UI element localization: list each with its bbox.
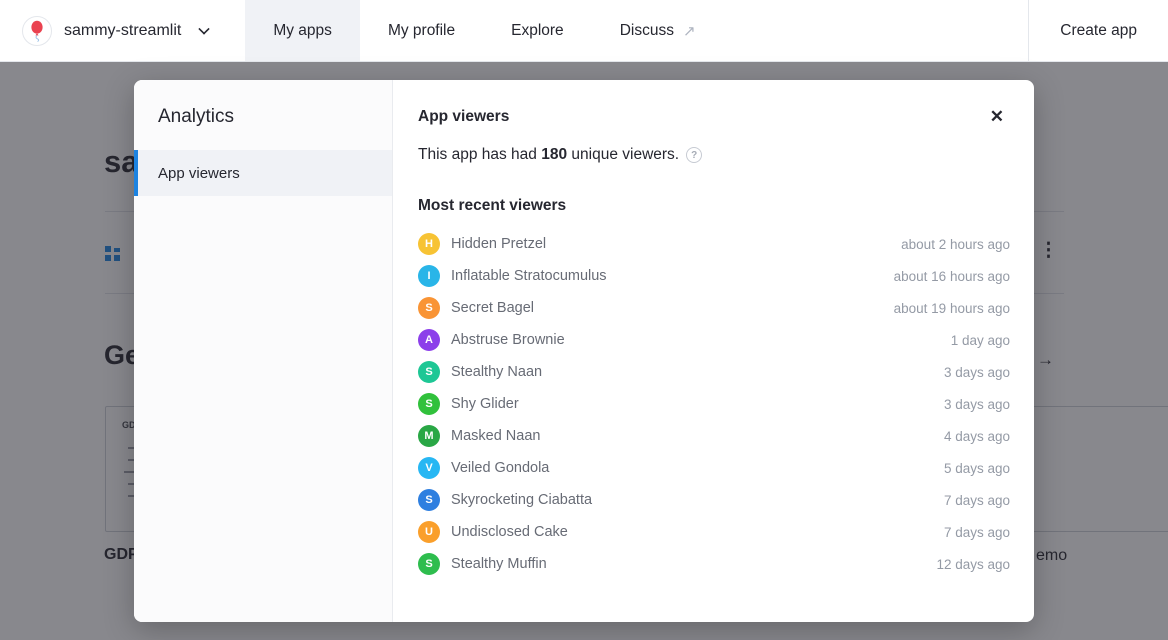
viewer-row: V Veiled Gondola 5 days ago	[418, 452, 1010, 484]
viewer-avatar: A	[418, 329, 440, 351]
viewer-time: 12 days ago	[936, 557, 1010, 572]
unique-viewers-summary: This app has had 180 unique viewers. ?	[418, 146, 1010, 164]
viewer-name: Inflatable Stratocumulus	[451, 268, 607, 284]
chevron-down-icon	[199, 23, 210, 34]
viewer-initial: S	[425, 398, 432, 410]
viewer-row: U Undisclosed Cake 7 days ago	[418, 516, 1010, 548]
viewer-row: S Shy Glider 3 days ago	[418, 388, 1010, 420]
viewer-initial: U	[425, 526, 433, 538]
close-icon[interactable]: ✕	[984, 104, 1010, 129]
viewer-time: 7 days ago	[944, 493, 1010, 508]
unique-viewers-count: 180	[541, 146, 567, 164]
viewer-time: 4 days ago	[944, 429, 1010, 444]
viewer-name: Abstruse Brownie	[451, 332, 565, 348]
create-app-button[interactable]: Create app	[1028, 0, 1168, 61]
nav-tabs: My apps My profile Explore Discuss ↗	[245, 0, 723, 61]
workspace-switcher[interactable]: sammy-streamlit	[0, 0, 233, 61]
viewer-initial: S	[425, 494, 432, 506]
viewer-initial: A	[425, 334, 433, 346]
workspace-name: sammy-streamlit	[64, 22, 181, 40]
viewer-initial: I	[427, 270, 430, 282]
viewer-row: S Secret Bagel about 19 hours ago	[418, 292, 1010, 324]
viewer-name: Skyrocketing Ciabatta	[451, 492, 592, 508]
tab-discuss[interactable]: Discuss ↗	[592, 0, 724, 61]
balloon-logo-icon	[22, 16, 52, 46]
app-viewers-panel: App viewers ✕ This app has had 180 uniqu…	[393, 80, 1034, 622]
viewer-initial: M	[424, 430, 433, 442]
top-navbar: sammy-streamlit My apps My profile Explo…	[0, 0, 1168, 62]
viewer-avatar: H	[418, 233, 440, 255]
analytics-title: Analytics	[134, 80, 392, 150]
summary-prefix: This app has had	[418, 146, 541, 164]
viewer-name: Stealthy Muffin	[451, 556, 547, 572]
viewer-time: 3 days ago	[944, 397, 1010, 412]
viewer-time: 1 day ago	[951, 333, 1010, 348]
viewer-initial: S	[425, 366, 432, 378]
viewers-list: H Hidden Pretzel about 2 hours ago I Inf…	[418, 228, 1010, 580]
tab-explore[interactable]: Explore	[483, 0, 592, 61]
panel-title: App viewers	[418, 104, 509, 126]
tab-my-apps[interactable]: My apps	[245, 0, 360, 61]
most-recent-viewers-title: Most recent viewers	[418, 197, 1010, 215]
analytics-modal: Analytics App viewers App viewers ✕ This…	[134, 80, 1034, 622]
viewer-time: about 2 hours ago	[901, 237, 1010, 252]
viewer-time: 3 days ago	[944, 365, 1010, 380]
viewer-row: S Skyrocketing Ciabatta 7 days ago	[418, 484, 1010, 516]
viewer-name: Veiled Gondola	[451, 460, 549, 476]
viewer-avatar: M	[418, 425, 440, 447]
viewer-name: Masked Naan	[451, 428, 540, 444]
panel-header: App viewers ✕	[418, 104, 1010, 129]
viewer-initial: S	[425, 558, 432, 570]
viewer-avatar: V	[418, 457, 440, 479]
viewer-row: S Stealthy Naan 3 days ago	[418, 356, 1010, 388]
viewer-row: M Masked Naan 4 days ago	[418, 420, 1010, 452]
viewer-avatar: S	[418, 297, 440, 319]
viewer-row: H Hidden Pretzel about 2 hours ago	[418, 228, 1010, 260]
summary-suffix: unique viewers.	[567, 146, 679, 164]
viewer-row: S Stealthy Muffin 12 days ago	[418, 548, 1010, 580]
sidebar-item-app-viewers[interactable]: App viewers	[134, 150, 392, 196]
tab-discuss-label: Discuss	[620, 22, 674, 40]
external-link-icon: ↗	[683, 22, 696, 40]
viewer-avatar: U	[418, 521, 440, 543]
screen: sa ⋮ Get → GDP GDP emo	[0, 0, 1168, 640]
viewer-time: 5 days ago	[944, 461, 1010, 476]
viewer-avatar: S	[418, 553, 440, 575]
navbar-right: Create app	[1028, 0, 1168, 61]
viewer-avatar: S	[418, 489, 440, 511]
viewer-avatar: S	[418, 393, 440, 415]
viewer-initial: V	[425, 462, 432, 474]
viewer-row: A Abstruse Brownie 1 day ago	[418, 324, 1010, 356]
analytics-modal-sidebar: Analytics App viewers	[134, 80, 393, 622]
viewer-name: Stealthy Naan	[451, 364, 542, 380]
viewer-name: Hidden Pretzel	[451, 236, 546, 252]
viewer-time: about 16 hours ago	[894, 269, 1010, 284]
viewer-name: Undisclosed Cake	[451, 524, 568, 540]
viewer-initial: S	[425, 302, 432, 314]
viewer-time: 7 days ago	[944, 525, 1010, 540]
viewer-name: Shy Glider	[451, 396, 519, 412]
viewer-initial: H	[425, 238, 433, 250]
viewer-row: I Inflatable Stratocumulus about 16 hour…	[418, 260, 1010, 292]
viewer-name: Secret Bagel	[451, 300, 534, 316]
help-icon[interactable]: ?	[686, 147, 702, 163]
viewer-avatar: S	[418, 361, 440, 383]
tab-my-profile[interactable]: My profile	[360, 0, 483, 61]
viewer-avatar: I	[418, 265, 440, 287]
viewer-time: about 19 hours ago	[894, 301, 1010, 316]
